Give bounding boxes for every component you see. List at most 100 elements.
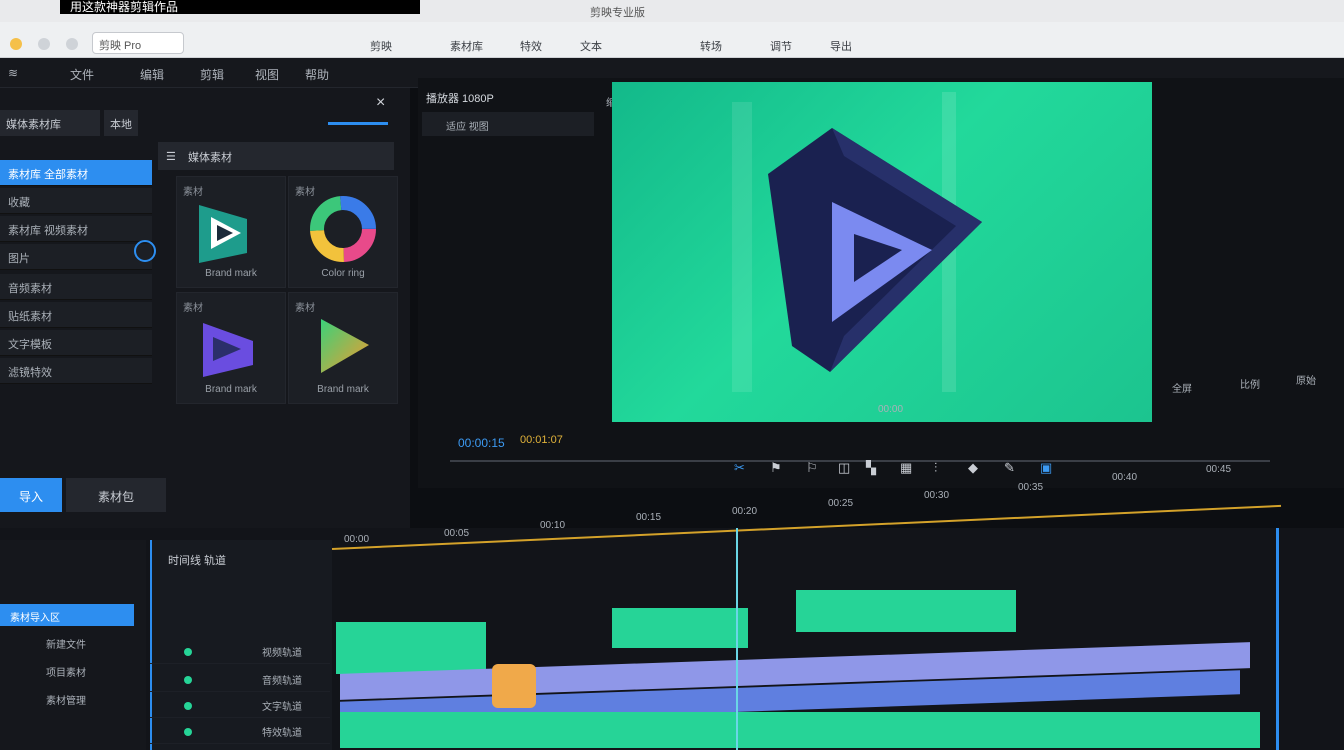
add-circle-icon[interactable] [134,240,156,262]
asset-caption: Brand mark [317,384,369,395]
track-label: 视频轨道 [262,648,302,659]
window-title: 剪映专业版 [590,7,645,19]
sidebar-item[interactable]: 音频素材 [0,274,152,300]
minimize-dot-icon[interactable] [10,38,22,50]
menu-item[interactable]: 文件 [70,66,94,83]
menu-item[interactable]: 编辑 [140,66,164,83]
time-label: 00:35 [1018,482,1044,493]
sidebar-item[interactable]: 贴纸素材 [0,302,152,328]
track-visible-icon[interactable] [184,728,192,736]
track-visible-icon[interactable] [184,676,192,684]
import-button[interactable]: 导入 [0,478,62,512]
media-panel: 媒体素材库 本地 × 素材库 全部素材 收藏 素材库 视频素材 图片 音频素材 … [0,88,410,528]
track-label: 文字轨道 [262,702,302,713]
track-visible-icon[interactable] [184,648,192,656]
time-label: 00:45 [1206,464,1232,475]
tab-dot-icon[interactable] [38,38,50,50]
speed-icon[interactable]: ⫶ [934,460,937,476]
close-icon[interactable]: × [376,94,385,112]
sidebar-item[interactable]: 素材导入区 [0,604,134,626]
app-logo-icon[interactable]: ≋ [8,66,18,80]
corner-label[interactable]: 全屏 [1172,380,1192,395]
ruler-label: 00:00 [878,404,904,415]
toolbar-item[interactable]: 素材库 [450,38,483,54]
tab-indicator [328,122,388,125]
sidebar-item[interactable]: 素材库 视频素材 [0,216,152,242]
video-clip[interactable] [796,590,1016,632]
flag-outline-icon[interactable]: ⚐ [806,460,818,476]
toolbar-item[interactable]: 特效 [520,38,542,54]
address-field[interactable]: 剪映 Pro [92,32,184,54]
flag-icon[interactable]: ⚑ [770,460,782,476]
sidebar-item[interactable]: 收藏 [0,188,152,214]
track-header[interactable]: 音频轨道 [150,668,330,692]
track-header[interactable]: 文字轨道 [150,694,330,718]
home-dot-icon[interactable] [66,38,78,50]
marker-icon[interactable]: ▚ [866,460,876,476]
menu-item[interactable]: 剪辑 [200,66,224,83]
playhead[interactable] [736,528,738,750]
time-label: 00:30 [924,490,950,501]
sidebar-item[interactable]: 项目素材 [46,664,86,679]
time-label: 00:05 [444,528,470,539]
asset-pack-button[interactable]: 素材包 [66,478,166,512]
track-visible-icon[interactable] [184,702,192,710]
asset-card[interactable]: 素材 Brand mark [176,292,286,404]
toolbar-item[interactable]: 剪映 [370,38,392,54]
brand-logo-icon [203,323,253,377]
toolbar-item[interactable]: 转场 [700,38,722,54]
brand-logo-icon [199,205,247,263]
timeline-sidebar: 素材导入区 新建文件 项目素材 素材管理 [0,540,146,750]
sidebar-item[interactable]: 滤镜特效 [0,358,152,384]
timeline-edge [1276,528,1279,750]
sidebar-item[interactable]: 图片 [0,244,152,270]
timeline-panel: 素材导入区 新建文件 项目素材 素材管理 时间线 轨道 视频轨道 音频轨道 文字… [0,504,1344,750]
track-header[interactable]: 特效轨道 [150,720,330,744]
menu-item[interactable]: 帮助 [305,66,329,83]
list-view-icon[interactable]: ☰ [166,150,176,163]
asset-tag: 素材 [183,187,203,198]
asset-caption: Brand mark [205,268,257,279]
snap-toggle-icon[interactable]: ▣ [1040,460,1052,476]
freeze-icon[interactable]: ▦ [900,460,912,476]
sticker-thumb[interactable] [492,664,536,708]
brand-logo-icon [768,128,982,372]
timeline-header: 时间线 轨道 [168,555,227,567]
sidebar-item[interactable]: 素材管理 [46,692,86,707]
timecode-duration: 00:01:07 [520,434,563,446]
asset-caption: Color ring [321,268,365,279]
effect-clip[interactable] [340,712,1260,748]
pen-icon[interactable]: ✎ [1004,460,1015,476]
video-clip[interactable] [612,608,748,648]
tab-media-library[interactable]: 媒体素材库 [0,110,100,136]
corner-label[interactable]: 原始 [1296,372,1316,387]
menu-item[interactable]: 视图 [255,66,279,83]
play-triangle-icon [321,319,369,373]
tab-local[interactable]: 本地 [104,110,138,136]
asset-card[interactable]: 素材 Brand mark [288,292,398,404]
timeline-ruler[interactable] [331,504,1282,550]
timecode-current: 00:00:15 [458,436,505,450]
asset-card[interactable]: 素材 Brand mark [176,176,286,288]
track-label: 音频轨道 [262,676,302,687]
scrub-ruler[interactable] [450,460,1270,462]
sidebar-item[interactable]: 新建文件 [46,636,86,651]
sidebar-item[interactable]: 文字模板 [0,330,152,356]
time-label: 00:20 [732,506,758,517]
fill-icon[interactable]: ◆ [968,460,978,476]
track-header[interactable]: 视频轨道 [150,640,330,664]
toolbar-item[interactable]: 调节 [770,38,792,54]
toolbar-item[interactable]: 导出 [830,38,852,54]
sidebar-item[interactable]: 素材库 全部素材 [0,160,152,186]
viewer-fit-select[interactable]: 适应 视图 [422,112,594,136]
corner-label[interactable]: 比例 [1240,376,1260,391]
video-preview [612,82,1152,422]
crop-icon[interactable]: ◫ [838,460,850,476]
toolbar-item[interactable]: 文本 [580,38,602,54]
color-ring-icon [310,196,376,262]
asset-tag: 素材 [183,303,203,314]
asset-card[interactable]: 素材 Color ring [288,176,398,288]
track-label: 特效轨道 [262,728,302,739]
video-clip[interactable] [336,622,486,674]
split-tool-icon[interactable]: ✂ [734,460,745,476]
